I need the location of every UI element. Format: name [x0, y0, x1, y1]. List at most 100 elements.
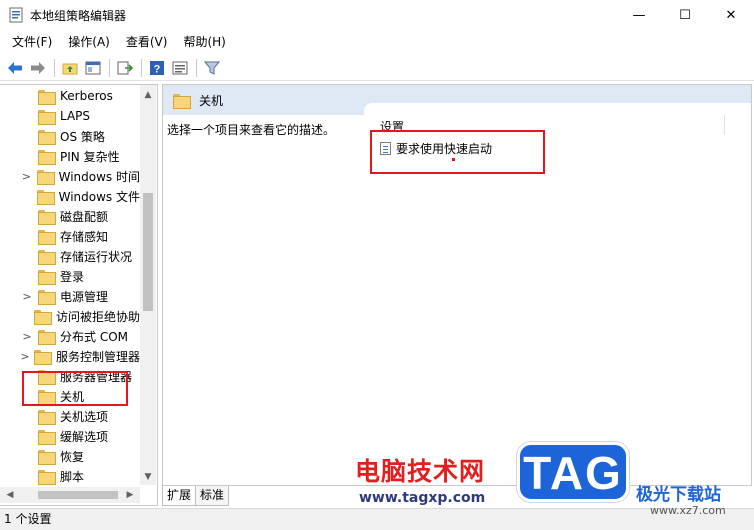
tree-item[interactable]: 访问被拒绝协助 — [0, 306, 140, 326]
tree-item[interactable]: 脚本 — [0, 466, 140, 485]
tree-item-label: 缓解选项 — [60, 429, 109, 444]
scroll-left-icon[interactable]: ◀ — [2, 487, 18, 503]
scroll-down-icon[interactable]: ▼ — [140, 469, 156, 485]
back-button[interactable] — [4, 57, 26, 79]
menu-help[interactable]: 帮助(H) — [175, 32, 233, 52]
folder-icon — [33, 309, 52, 325]
tree-item-label: 关机选项 — [60, 409, 109, 424]
forward-arrow-icon — [31, 61, 45, 74]
folder-icon — [38, 329, 56, 345]
view-tabs: 扩展 标准 — [162, 486, 230, 506]
tree-item-label: Windows 文件 — [58, 189, 140, 204]
tree-horizontal-thumb[interactable] — [38, 491, 118, 499]
tree-item[interactable]: 存储运行状况 — [0, 246, 140, 266]
folder-icon — [38, 229, 56, 245]
watermark-right-name: 极光下载站 — [636, 485, 721, 505]
folder-icon — [38, 469, 56, 485]
highlight-tree-box — [22, 371, 128, 406]
console-tree-icon — [85, 61, 101, 74]
watermark-url: www.tagxp.com — [359, 490, 486, 506]
tree-item-label: 脚本 — [60, 469, 85, 484]
folder-icon — [38, 409, 56, 425]
folder-icon — [38, 129, 56, 145]
tree-item[interactable]: > 服务控制管理器 — [0, 346, 140, 366]
title-bar: 本地组策略编辑器 — ☐ ✕ — [0, 0, 754, 30]
tree-item-label: 存储感知 — [60, 229, 109, 244]
status-bar: 1 个设置 — [0, 508, 754, 530]
tree-item-label: 访问被拒绝协助 — [55, 309, 140, 324]
menu-action[interactable]: 操作(A) — [60, 32, 118, 52]
tree-item[interactable]: LAPS — [0, 106, 140, 126]
tree-vertical-thumb[interactable] — [143, 193, 153, 311]
folder-icon — [38, 449, 56, 465]
close-button[interactable]: ✕ — [708, 0, 754, 30]
folder-icon — [38, 289, 56, 305]
tree-item-label: OS 策略 — [60, 129, 105, 144]
toolbar: ? — [0, 55, 754, 81]
tree-item[interactable]: 登录 — [0, 266, 140, 286]
tree-item-label: 电源管理 — [60, 289, 109, 304]
watermark-site-name: 电脑技术网 — [355, 457, 486, 486]
expand-chevron-icon[interactable]: > — [20, 330, 34, 343]
menu-view[interactable]: 查看(V) — [118, 32, 176, 52]
toolbar-separator — [54, 58, 55, 77]
folder-icon — [38, 249, 56, 265]
tree-item[interactable]: OS 策略 — [0, 126, 140, 146]
menu-file[interactable]: 文件(F) — [4, 32, 60, 52]
tree-item-label: 磁盘配额 — [60, 209, 109, 224]
back-arrow-icon — [8, 61, 22, 74]
folder-icon — [38, 149, 56, 165]
tree-item[interactable]: 关机选项 — [0, 406, 140, 426]
tree-item[interactable]: > 分布式 COM — [0, 326, 140, 346]
folder-icon — [38, 89, 56, 105]
tree-item[interactable]: 存储感知 — [0, 226, 140, 246]
tree-item[interactable]: 磁盘配额 — [0, 206, 140, 226]
tree-item-label: Windows 时间 — [58, 169, 140, 184]
folder-icon — [173, 93, 191, 109]
tree-item-label: 分布式 COM — [60, 329, 128, 344]
maximize-button[interactable]: ☐ — [662, 0, 708, 30]
folder-icon — [33, 349, 52, 365]
window-title: 本地组策略编辑器 — [30, 8, 127, 23]
details-title: 关机 — [199, 93, 224, 108]
minimize-button[interactable]: — — [616, 0, 662, 30]
tree-item[interactable]: 恢复 — [0, 446, 140, 466]
filter-icon — [204, 61, 220, 75]
show-hide-tree-button[interactable] — [82, 57, 104, 79]
up-folder-button[interactable] — [59, 57, 81, 79]
tree-item-label: Kerberos — [60, 89, 113, 103]
tree-item[interactable]: Kerberos — [0, 86, 140, 106]
tree-item-label: 存储运行状况 — [60, 249, 133, 264]
tree-item[interactable]: > Windows 时间 — [0, 166, 140, 186]
export-icon — [117, 61, 133, 74]
filter-button[interactable] — [201, 57, 223, 79]
tree-item[interactable]: Windows 文件 — [0, 186, 140, 206]
watermark-logo: TAG — [517, 442, 629, 502]
export-list-button[interactable] — [114, 57, 136, 79]
help-icon: ? — [150, 60, 164, 75]
tree-item[interactable]: > 电源管理 — [0, 286, 140, 306]
tree-item-label: PIN 复杂性 — [60, 149, 120, 164]
help-button[interactable]: ? — [146, 57, 168, 79]
tree-item-label: LAPS — [60, 109, 91, 123]
description-text: 选择一个项目来查看它的描述。 — [167, 123, 336, 137]
tree-vertical-scrollbar[interactable]: ▲ ▼ — [140, 85, 156, 485]
scroll-right-icon[interactable]: ▶ — [122, 487, 138, 503]
expand-chevron-icon[interactable]: > — [20, 170, 33, 183]
tab-standard[interactable]: 标准 — [195, 486, 230, 506]
menu-bar: 文件(F) 操作(A) 查看(V) 帮助(H) — [0, 32, 234, 52]
expand-chevron-icon[interactable]: > — [20, 290, 34, 303]
expand-chevron-icon[interactable]: > — [20, 350, 30, 363]
tree-item-label: 服务控制管理器 — [55, 349, 140, 364]
folder-icon — [38, 209, 56, 225]
tree-horizontal-scrollbar[interactable]: ◀ ▶ — [0, 487, 140, 503]
properties-button[interactable] — [169, 57, 191, 79]
tree-item[interactable]: PIN 复杂性 — [0, 146, 140, 166]
folder-icon — [36, 169, 55, 185]
tab-extended[interactable]: 扩展 — [162, 486, 197, 506]
folder-icon — [38, 109, 56, 125]
scroll-up-icon[interactable]: ▲ — [140, 87, 156, 103]
forward-button[interactable] — [27, 57, 49, 79]
tree-item[interactable]: 缓解选项 — [0, 426, 140, 446]
policy-editor-icon — [8, 7, 24, 23]
